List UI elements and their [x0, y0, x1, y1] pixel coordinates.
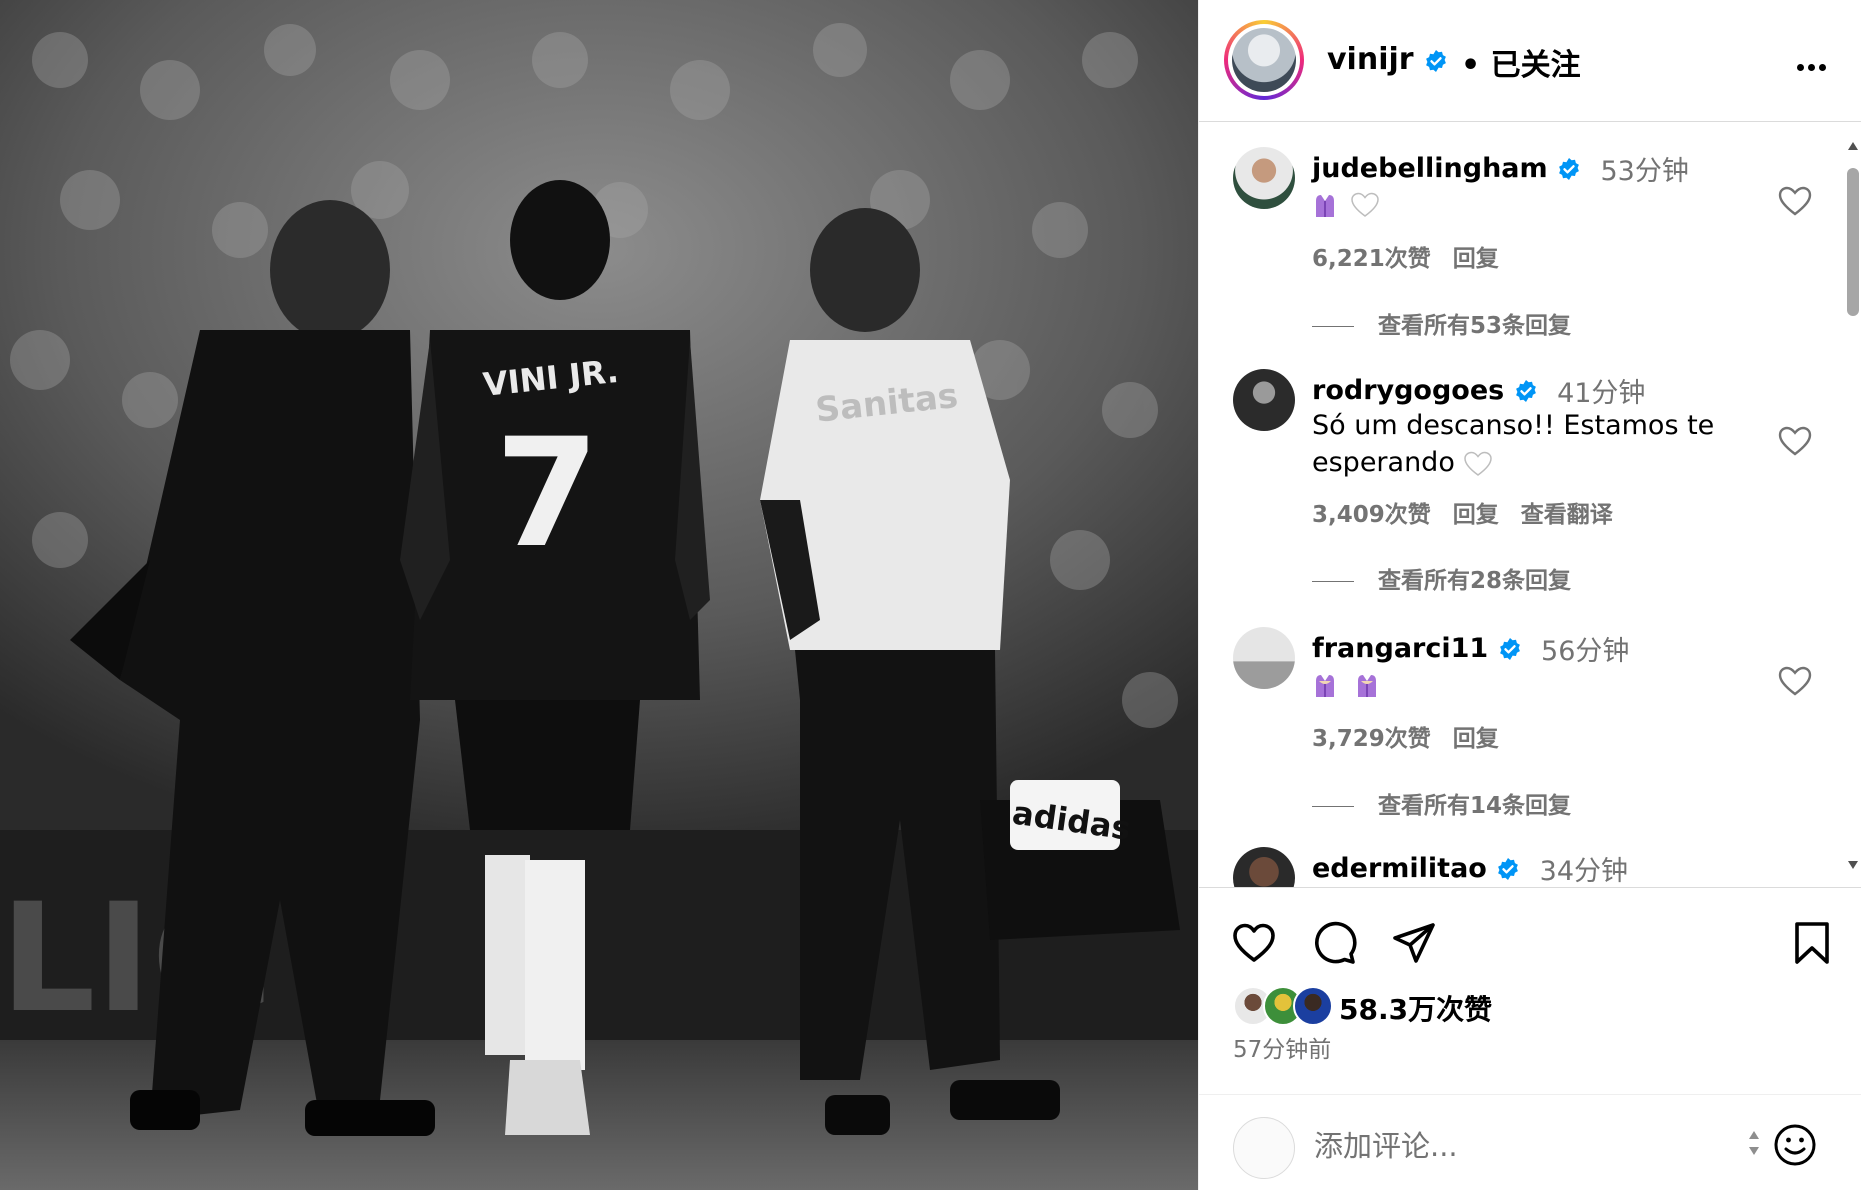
comment-time: 41分钟 — [1557, 378, 1646, 409]
commenter-avatar[interactable] — [1233, 847, 1295, 887]
heart-icon[interactable] — [1777, 185, 1813, 217]
reply-button[interactable]: 回复 — [1453, 726, 1499, 752]
heart-icon[interactable] — [1231, 920, 1277, 966]
comment-like-count[interactable]: 3,729次赞 — [1312, 726, 1431, 752]
comment-text — [1312, 185, 1752, 222]
commenter-avatar[interactable] — [1233, 627, 1295, 689]
white-heart-icon — [1464, 451, 1493, 476]
comment-text: Só um descanso!! Estamos te esperando — [1312, 410, 1715, 478]
current-user-avatar — [1233, 1117, 1295, 1179]
commenter-username[interactable]: edermilitao 34分钟 — [1312, 849, 1629, 887]
purple-heart-hands-icon — [1358, 674, 1376, 697]
commenter-username[interactable]: rodrygogoes 41分钟 — [1312, 371, 1645, 410]
post-timestamp[interactable]: 57分钟前 — [1233, 1030, 1331, 1064]
commenter-avatar[interactable] — [1233, 369, 1295, 431]
post-image[interactable]: LIG VINI JR. 7 Sanitas adidas — [0, 0, 1198, 1190]
liker-avatar — [1293, 986, 1333, 1026]
commenter-username[interactable]: judebellingham 53分钟 — [1312, 149, 1689, 188]
post-actions: 58.3万次赞 57分钟前 — [1199, 888, 1861, 1190]
comment-time: 53分钟 — [1600, 156, 1689, 187]
emoji-icon[interactable] — [1773, 1123, 1817, 1167]
view-replies-button[interactable]: 查看所有14条回复 — [1312, 786, 1571, 820]
share-icon[interactable] — [1391, 920, 1437, 966]
scroll-up-arrow-icon[interactable] — [1847, 141, 1859, 151]
author-avatar[interactable] — [1224, 20, 1304, 100]
scrollbar-thumb[interactable] — [1847, 168, 1859, 316]
comment-meta: 3,729次赞 回复 — [1312, 719, 1521, 753]
reply-button[interactable]: 回复 — [1453, 246, 1499, 272]
resize-handle-icon[interactable] — [1747, 1125, 1761, 1161]
heart-icon[interactable] — [1777, 425, 1813, 457]
jersey-number: 7 — [495, 407, 599, 581]
comment-time: 34分钟 — [1539, 856, 1629, 887]
likes-count[interactable]: 58.3万次赞 — [1339, 988, 1492, 1028]
comments-list[interactable]: judebellingham 53分钟 6,221次赞 回复 查看所有53条回复… — [1199, 123, 1861, 888]
comment-input[interactable] — [1312, 1123, 1656, 1169]
verified-badge-icon — [1515, 379, 1536, 402]
commenter-avatar[interactable] — [1233, 147, 1295, 209]
purple-heart-hands-icon — [1316, 194, 1334, 217]
comment-time: 56分钟 — [1541, 636, 1630, 667]
verified-badge-icon — [1426, 49, 1446, 72]
add-comment-bar — [1199, 1094, 1861, 1191]
white-heart-icon — [1351, 192, 1379, 217]
verified-badge-icon — [1498, 857, 1519, 880]
comment-like-count[interactable]: 6,221次赞 — [1312, 246, 1431, 272]
reply-button[interactable]: 回复 — [1453, 502, 1499, 528]
post-header: vinijr • 已关注 — [1199, 0, 1861, 122]
heart-icon[interactable] — [1777, 665, 1813, 697]
following-status[interactable]: • 已关注 — [1461, 40, 1581, 84]
view-replies-button[interactable]: 查看所有53条回复 — [1312, 306, 1571, 340]
scroll-down-arrow-icon[interactable] — [1847, 860, 1859, 870]
bookmark-icon[interactable] — [1789, 920, 1835, 966]
verified-badge-icon — [1499, 637, 1520, 660]
comment-meta: 6,221次赞 回复 — [1312, 239, 1521, 273]
purple-heart-hands-icon — [1316, 674, 1334, 697]
comment-text — [1312, 665, 1752, 702]
more-options-icon[interactable] — [1797, 56, 1833, 71]
comments-scrollbar[interactable] — [1843, 123, 1861, 887]
comment-like-count[interactable]: 3,409次赞 — [1312, 502, 1431, 528]
verified-badge-icon — [1559, 157, 1579, 180]
post-details-panel: vinijr • 已关注 judebellingham 53分钟 6,221次赞… — [1198, 0, 1861, 1190]
comment-icon[interactable] — [1311, 920, 1357, 966]
view-replies-button[interactable]: 查看所有28条回复 — [1312, 561, 1571, 595]
see-translation-button[interactable]: 查看翻译 — [1521, 502, 1613, 528]
author-username[interactable]: vinijr — [1327, 42, 1448, 77]
comment-meta: 3,409次赞 回复 查看翻译 — [1312, 495, 1635, 529]
post-photo-illustration: LIG VINI JR. 7 Sanitas adidas — [0, 0, 1198, 1190]
commenter-username[interactable]: frangarci11 56分钟 — [1312, 629, 1629, 668]
